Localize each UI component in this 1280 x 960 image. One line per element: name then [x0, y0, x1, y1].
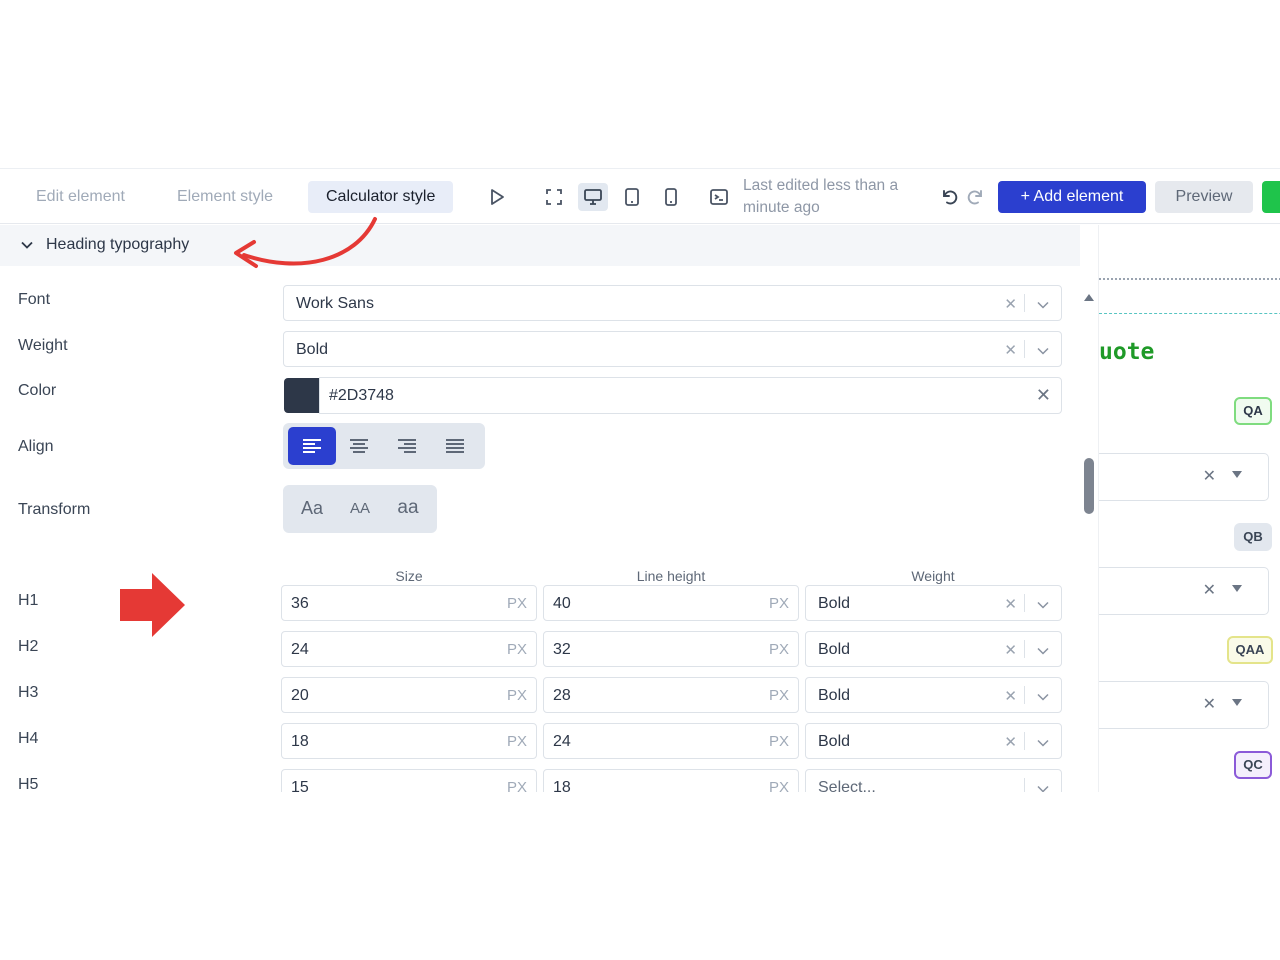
heading-label-h2: H2 [18, 638, 39, 655]
badge-qa: QA [1234, 397, 1272, 425]
chevron-down-icon[interactable] [1037, 598, 1049, 616]
align-center-icon[interactable] [335, 427, 383, 465]
transform-capitalize[interactable]: Aa [288, 489, 336, 527]
h3-weight-select[interactable]: Bold ✕ [805, 677, 1062, 713]
chevron-down-icon[interactable] [1037, 644, 1049, 662]
preview-select[interactable]: ✕ [1099, 453, 1269, 501]
last-edited-status: Last edited less than a minute ago [743, 177, 899, 216]
h2-weight-select[interactable]: Bold ✕ [805, 631, 1062, 667]
add-element-button[interactable]: + Add element [998, 181, 1146, 213]
chevron-down-icon[interactable] [1037, 344, 1049, 362]
fullscreen-icon[interactable] [539, 183, 569, 211]
h5-weight-select[interactable]: Select... [805, 769, 1062, 792]
heading-label-h4: H4 [18, 730, 39, 747]
h1-weight-select[interactable]: Bold ✕ [805, 585, 1062, 621]
font-select[interactable]: Work Sans ✕ [283, 285, 1062, 321]
scroll-up-icon[interactable] [1083, 289, 1095, 307]
clear-icon[interactable]: ✕ [1004, 595, 1017, 613]
heading-label-h1: H1 [18, 592, 39, 609]
publish-button[interactable] [1262, 181, 1280, 213]
color-input[interactable]: #2D3748 ✕ [319, 377, 1062, 414]
preview-heading: uote [1099, 339, 1155, 365]
h4-line-height-input[interactable]: 24 PX [543, 723, 799, 759]
color-swatch[interactable] [284, 378, 320, 413]
transform-segmented-control: Aa AA aa [283, 485, 437, 533]
weight-label: Weight [18, 337, 68, 354]
line-height-column-header: Line height [636, 568, 706, 584]
tab-edit-element[interactable]: Edit element [18, 181, 143, 213]
transform-label: Transform [18, 501, 91, 518]
tab-calculator-style[interactable]: Calculator style [308, 181, 454, 213]
calculator-editor: Edit element Element style Calculator st… [0, 168, 1280, 792]
clear-icon[interactable]: ✕ [1004, 733, 1017, 751]
tab-element-style[interactable]: Element style [159, 181, 291, 213]
badge-qc: QC [1234, 751, 1272, 779]
h5-size-input[interactable]: 15 PX [281, 769, 537, 792]
transform-uppercase[interactable]: AA [336, 489, 384, 527]
h1-size-input[interactable]: 36 PX [281, 585, 537, 621]
divider [1099, 278, 1280, 280]
h2-size-input[interactable]: 24 PX [281, 631, 537, 667]
align-label: Align [18, 438, 54, 455]
heading-label-h3: H3 [18, 684, 39, 701]
chevron-down-icon [20, 238, 34, 257]
align-left-icon[interactable] [288, 427, 336, 465]
badge-qaa: QAA [1227, 636, 1273, 664]
align-justify-icon[interactable] [431, 427, 479, 465]
h3-line-height-input[interactable]: 28 PX [543, 677, 799, 713]
color-label: Color [18, 382, 57, 399]
chevron-down-icon[interactable] [1037, 690, 1049, 708]
clear-icon[interactable]: ✕ [1036, 385, 1051, 406]
font-label: Font [18, 291, 51, 308]
calculator-preview: uote QA ✕ QB ✕ QAA ✕ QC [1098, 225, 1280, 792]
h4-weight-select[interactable]: Bold ✕ [805, 723, 1062, 759]
size-column-header: Size [395, 568, 423, 584]
h4-size-input[interactable]: 18 PX [281, 723, 537, 759]
tablet-view-icon[interactable] [617, 183, 647, 211]
play-icon[interactable] [482, 183, 512, 211]
style-settings-panel: Heading typography Font Work Sans ✕ Weig… [0, 225, 1094, 792]
align-right-icon[interactable] [383, 427, 431, 465]
chevron-down-icon[interactable] [1037, 782, 1049, 792]
weight-select[interactable]: Bold ✕ [283, 331, 1062, 367]
redo-icon[interactable] [961, 183, 991, 211]
h5-line-height-input[interactable]: 18 PX [543, 769, 799, 792]
weight-column-header: Weight [911, 568, 955, 584]
h2-line-height-input[interactable]: 32 PX [543, 631, 799, 667]
weight-value: Bold [296, 341, 329, 358]
chevron-down-icon[interactable] [1037, 736, 1049, 754]
scrollbar-thumb[interactable] [1084, 458, 1094, 514]
clear-icon[interactable]: ✕ [1004, 341, 1017, 359]
section-title: Heading typography [46, 236, 190, 253]
desktop-view-icon[interactable] [578, 183, 608, 211]
align-segmented-control [283, 423, 485, 469]
preview-select[interactable]: ✕ [1099, 567, 1269, 615]
mobile-view-icon[interactable] [656, 183, 686, 211]
preview-select[interactable]: ✕ [1099, 681, 1269, 729]
clear-icon[interactable]: ✕ [1004, 687, 1017, 705]
h1-line-height-input[interactable]: 40 PX [543, 585, 799, 621]
font-value: Work Sans [296, 295, 374, 312]
badge-qb: QB [1234, 523, 1272, 551]
color-value: #2D3748 [329, 387, 394, 404]
clear-icon[interactable]: ✕ [1004, 641, 1017, 659]
heading-label-h5: H5 [18, 776, 39, 792]
preview-button[interactable]: Preview [1155, 181, 1253, 213]
code-console-icon[interactable] [704, 183, 734, 211]
clear-icon[interactable]: ✕ [1004, 295, 1017, 313]
heading-typography-section-header[interactable]: Heading typography [0, 225, 1080, 266]
undo-icon[interactable] [934, 183, 964, 211]
chevron-down-icon[interactable] [1037, 298, 1049, 316]
h3-size-input[interactable]: 20 PX [281, 677, 537, 713]
top-toolbar: Edit element Element style Calculator st… [0, 169, 1280, 224]
transform-lowercase[interactable]: aa [384, 489, 432, 527]
